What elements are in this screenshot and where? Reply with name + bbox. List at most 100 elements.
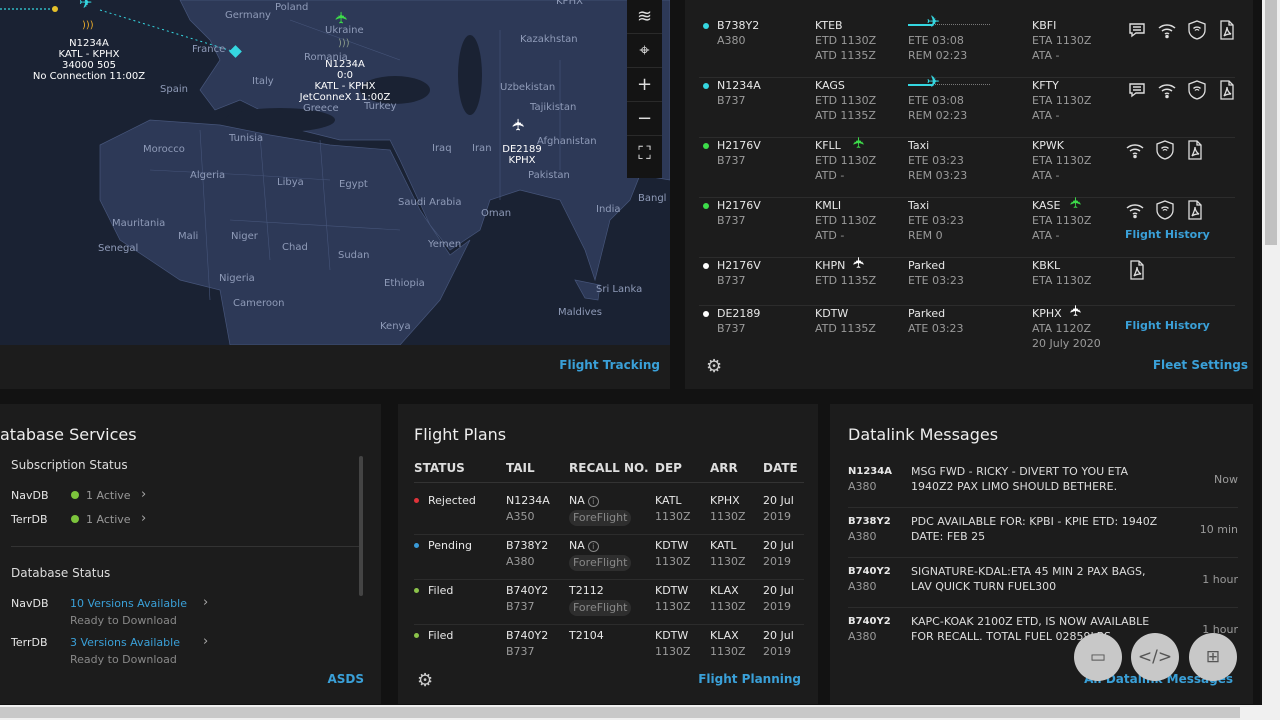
wifi-icon[interactable] (1157, 20, 1177, 44)
fleet-row[interactable]: H2176V B737 KHPN ETD 1135Z ✈ Parked ETE 03:23 K… (685, 256, 1235, 306)
fleet-row[interactable]: DE2189 B737 KDTW ATD 1135Z Parked ATE 03:23 KP… (685, 304, 1235, 362)
tail-number: H2176V (717, 259, 761, 272)
fleet-settings-link[interactable]: Fleet Settings (1153, 358, 1248, 372)
pdf-icon[interactable] (1217, 20, 1237, 44)
tail-number: B740Y2 (506, 584, 549, 597)
dept-value: 1130Z (655, 555, 691, 568)
dep-cell: KDTW 1130Z (655, 538, 691, 570)
date-cell: 20 Jul 2019 (763, 493, 794, 525)
database-services-panel: atabase Services Subscription Status Nav… (0, 404, 381, 704)
wifi-icon[interactable] (1157, 80, 1177, 104)
fleet-row[interactable]: N1234A B737 KAGS ETD 1130Z ATD 1135Z ETE 03:0… (685, 74, 1237, 138)
arr-cell: KATL 1130Z (710, 538, 746, 570)
shield-icon[interactable] (1155, 200, 1175, 224)
wifi-icon[interactable] (1125, 140, 1145, 164)
aircraft-cell: DE2189 B737 (717, 306, 760, 336)
versions-link[interactable]: 10 Versions Available (70, 597, 187, 610)
country-label: India (596, 204, 621, 215)
message-icon[interactable] (1127, 20, 1147, 44)
arr-cell: KPHX 1130Z (710, 493, 746, 525)
settings-gear-icon[interactable]: ⚙ (417, 670, 433, 691)
tail-number: N1234A (717, 79, 761, 92)
fleet-row[interactable]: H2176V B737 KMLI ETD 1130Z ATD - Taxi ETE 03:2… (685, 196, 1235, 258)
message-row[interactable]: N1234A A380 MSG FWD - RICKY - DIVERT TO YO… (848, 464, 1238, 508)
shield-icon[interactable] (1187, 80, 1207, 104)
flight-plans-panel: Flight Plans STATUS TAIL RECALL NO. DEP ARR D… (398, 404, 818, 704)
message-row[interactable]: B738Y2 A380 PDC AVAILABLE FOR: KPBI - KPIE… (848, 514, 1238, 558)
map[interactable]: Poland Germany France Ukraine Romania Kazakhs… (0, 0, 670, 345)
database-row[interactable]: TerrDB 3 Versions Available Ready to Dow… (11, 634, 221, 666)
info-icon[interactable]: i (587, 541, 599, 552)
fleet-row[interactable]: H2176V B737 KFLL ETD 1130Z ATD - ✈ Taxi ETE 03:… (685, 136, 1235, 198)
country-label: Bangl (638, 193, 667, 204)
aircraft-label-3: DE2189 KPHX (492, 144, 552, 166)
code-button[interactable]: </> (1131, 633, 1179, 681)
fullscreen-icon[interactable]: ⛶ (627, 136, 662, 170)
aircraft-type: B737 (717, 214, 746, 227)
asds-link[interactable]: ASDS (327, 672, 364, 686)
settings-gear-icon[interactable]: ⚙ (706, 356, 722, 377)
scrollbar-thumb[interactable] (1265, 0, 1277, 245)
aircraft-type: A380 (848, 530, 877, 543)
aircraft-icon: ✈ (1066, 196, 1085, 209)
message-row[interactable]: B740Y2 A380 KAPC-KOAK 2100Z ETD, IS NOW AV… (848, 614, 1238, 658)
versions-link[interactable]: 3 Versions Available (70, 636, 180, 649)
flight-planning-link[interactable]: Flight Planning (698, 672, 801, 686)
date-value: 20 Jul (763, 629, 794, 642)
flight-plan-row[interactable]: Filed B740Y2 B737 T2104 KDTW 1130Z KLAX 1130Z 20… (414, 628, 804, 670)
aircraft-type: B737 (717, 154, 746, 167)
info-icon[interactable]: i (587, 496, 599, 507)
scrollbar-thumb[interactable] (0, 707, 1240, 718)
wifi-icon[interactable] (1125, 200, 1145, 224)
subscription-row[interactable]: TerrDB 1 Active › (11, 511, 161, 526)
apps-button[interactable]: ⊞ (1189, 633, 1237, 681)
message-icon[interactable] (1127, 80, 1147, 104)
message-row[interactable]: B740Y2 A380 SIGNATURE-KDAL:ETA 45 MIN 2 PA… (848, 564, 1238, 608)
scrollbar[interactable] (359, 456, 363, 596)
subscription-row[interactable]: NavDB 1 Active › (11, 487, 161, 502)
arrival-cell: KBFI ETA 1130Z ATA - (1032, 18, 1091, 63)
db-name: NavDB (11, 489, 49, 502)
country-label: Germany (225, 10, 271, 21)
pdf-icon[interactable] (1185, 200, 1205, 224)
flight-plan-row[interactable]: Pending B738Y2 A380 NA i ForeFlight KDTW 1130Z K… (414, 538, 804, 580)
chat-button[interactable]: ▭ (1074, 633, 1122, 681)
arrt-value: 1130Z (710, 510, 746, 523)
tail-number: N1234A (506, 494, 550, 507)
code-icon: </> (1137, 647, 1173, 667)
flight-plan-row[interactable]: Rejected N1234A A350 NA i ForeFlight KATL 1130Z… (414, 493, 804, 535)
flight-tracking-link[interactable]: Flight Tracking (559, 358, 660, 372)
message-line: PDC AVAILABLE FOR: KPBI - KPIE ETD: 1940… (911, 515, 1158, 528)
arrival-cell-line: KFTY (1032, 79, 1059, 92)
arr-value: KATL (710, 539, 737, 552)
aircraft-icon[interactable]: ✈ (332, 11, 351, 24)
flight-plan-row[interactable]: Filed B740Y2 B737 T2112 ForeFlight KDTW 1130Z K… (414, 583, 804, 625)
aircraft-icon: ✈ (1066, 304, 1085, 317)
horizontal-scrollbar[interactable] (0, 705, 1280, 720)
fleet-row[interactable]: B738Y2 A380 KTEB ETD 1130Z ATD 1135Z ETE 03:0… (685, 14, 1237, 78)
recenter-icon[interactable]: ⌖ (627, 34, 662, 68)
vertical-scrollbar[interactable] (1262, 0, 1280, 705)
aircraft-icon[interactable]: ✈ (509, 118, 528, 131)
active-dot (71, 491, 79, 499)
country-label: Sudan (338, 250, 370, 261)
arrt-value: 1130Z (710, 645, 746, 658)
tail-cell: B740Y2 B737 (506, 628, 548, 660)
flight-history-link[interactable]: Flight History (1125, 227, 1210, 242)
database-row[interactable]: NavDB 10 Versions Available Ready to Dow… (11, 595, 221, 627)
aircraft-icon[interactable]: ✈ (79, 0, 92, 11)
zoom-in-icon[interactable]: + (627, 68, 662, 102)
flight-history-link[interactable]: Flight History (1125, 318, 1210, 333)
zoom-out-icon[interactable]: − (627, 102, 662, 136)
departure-cell-line: ATD 1135Z (815, 322, 876, 335)
pdf-icon[interactable] (1185, 140, 1205, 164)
shield-icon[interactable] (1187, 20, 1207, 44)
panel-title: Datalink Messages (848, 425, 999, 444)
column-header: DATE (763, 461, 798, 475)
pdf-icon[interactable] (1127, 260, 1147, 284)
pdf-icon[interactable] (1217, 80, 1237, 104)
layers-icon[interactable]: ≋ (627, 0, 662, 34)
country-label: Oman (481, 208, 512, 219)
arrival-cell-line: ETA 1130Z (1032, 34, 1092, 47)
shield-icon[interactable] (1155, 140, 1175, 164)
